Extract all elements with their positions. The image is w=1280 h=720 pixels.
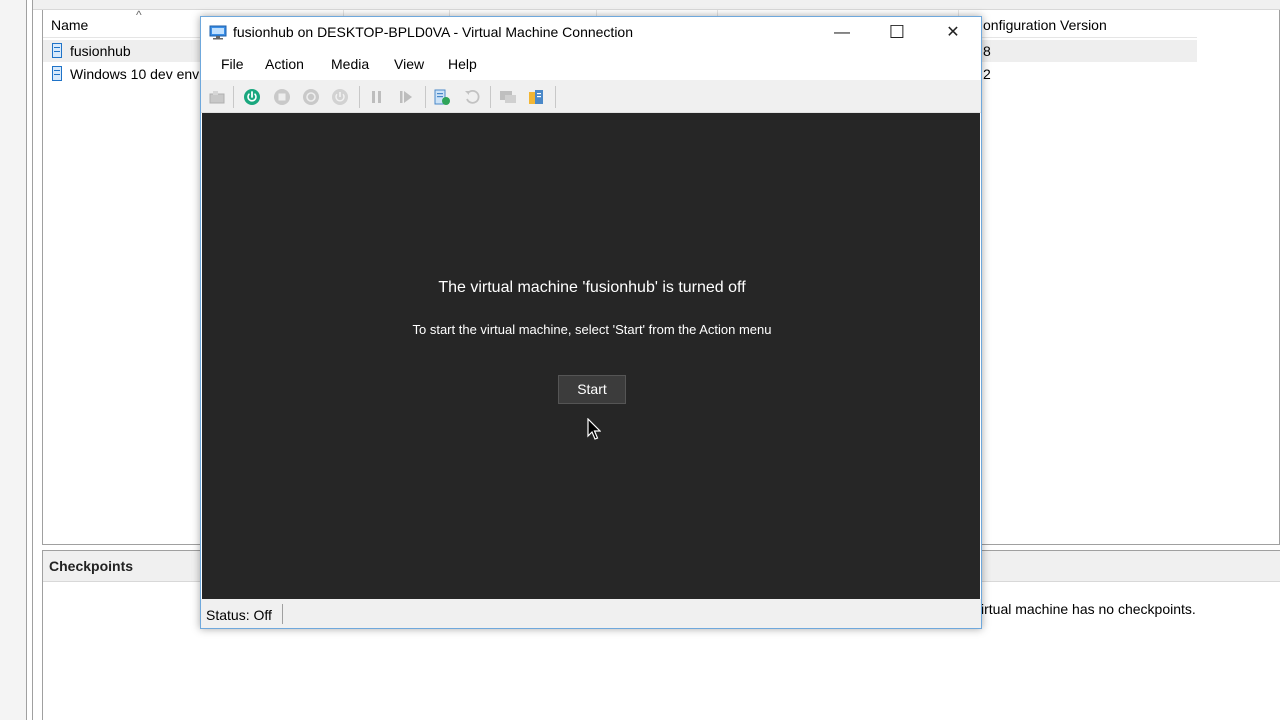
menu-media[interactable]: Media	[331, 56, 369, 72]
pane-divider	[26, 0, 27, 720]
top-strip	[33, 0, 1280, 10]
reset-icon[interactable]	[397, 88, 415, 106]
column-header-configuration-version[interactable]: onfiguration Version	[983, 17, 1107, 33]
virtual-machine-icon	[52, 66, 62, 81]
virtual-machine-icon	[52, 43, 62, 58]
enhanced-session-icon[interactable]	[499, 88, 517, 106]
left-pane	[0, 0, 26, 720]
menu-help[interactable]: Help	[448, 56, 477, 72]
toolbar-separator	[233, 86, 234, 108]
menu-view[interactable]: View	[394, 56, 424, 72]
sort-ascending-icon: ^	[136, 8, 142, 22]
checkpoint-icon[interactable]	[433, 88, 451, 106]
toolbar-separator	[490, 86, 491, 108]
vm-name: Windows 10 dev envi	[70, 66, 203, 82]
toolbar-separator	[555, 86, 556, 108]
no-checkpoints-message: irtual machine has no checkpoints.	[981, 601, 1196, 617]
vm-name: fusionhub	[70, 43, 131, 59]
share-icon[interactable]	[527, 88, 545, 106]
column-header-name[interactable]: Name	[51, 17, 88, 33]
vm-config-version: 2	[983, 66, 991, 82]
toolbar	[201, 80, 981, 113]
start-icon[interactable]	[243, 88, 261, 106]
vm-start-instruction: To start the virtual machine, select 'St…	[412, 322, 772, 337]
vm-status: Status: Off	[206, 607, 272, 623]
turn-off-icon[interactable]	[273, 88, 291, 106]
monitor-icon	[209, 25, 227, 40]
vm-off-heading: The virtual machine 'fusionhub' is turne…	[438, 279, 746, 296]
pause-icon[interactable]	[368, 88, 386, 106]
window-title: fusionhub on DESKTOP-BPLD0VA - Virtual M…	[233, 24, 633, 40]
vm-screen[interactable]: The virtual machine 'fusionhub' is turne…	[202, 113, 980, 599]
menu-action[interactable]: Action	[265, 56, 304, 72]
ctrl-alt-del-icon[interactable]	[208, 88, 226, 106]
shut-down-icon[interactable]	[302, 88, 320, 106]
maximize-button[interactable]: ☐	[874, 17, 920, 48]
status-separator	[282, 604, 283, 624]
mouse-pointer-icon	[587, 418, 601, 440]
status-bar: Status: Off	[201, 599, 981, 628]
vm-config-version: 8	[983, 43, 991, 59]
menu-bar: File Action Media View Help	[201, 50, 981, 78]
close-button[interactable]: ✕	[930, 17, 976, 48]
start-button[interactable]: Start	[558, 375, 626, 404]
vm-connection-window: fusionhub on DESKTOP-BPLD0VA - Virtual M…	[200, 16, 982, 629]
title-bar[interactable]: fusionhub on DESKTOP-BPLD0VA - Virtual M…	[201, 17, 981, 48]
menu-file[interactable]: File	[221, 56, 244, 72]
pane-divider	[32, 0, 33, 720]
revert-icon[interactable]	[463, 88, 481, 106]
save-icon[interactable]	[331, 88, 349, 106]
minimize-button[interactable]: —	[819, 17, 865, 48]
checkpoints-title: Checkpoints	[49, 558, 134, 574]
toolbar-separator	[359, 86, 360, 108]
toolbar-separator	[425, 86, 426, 108]
